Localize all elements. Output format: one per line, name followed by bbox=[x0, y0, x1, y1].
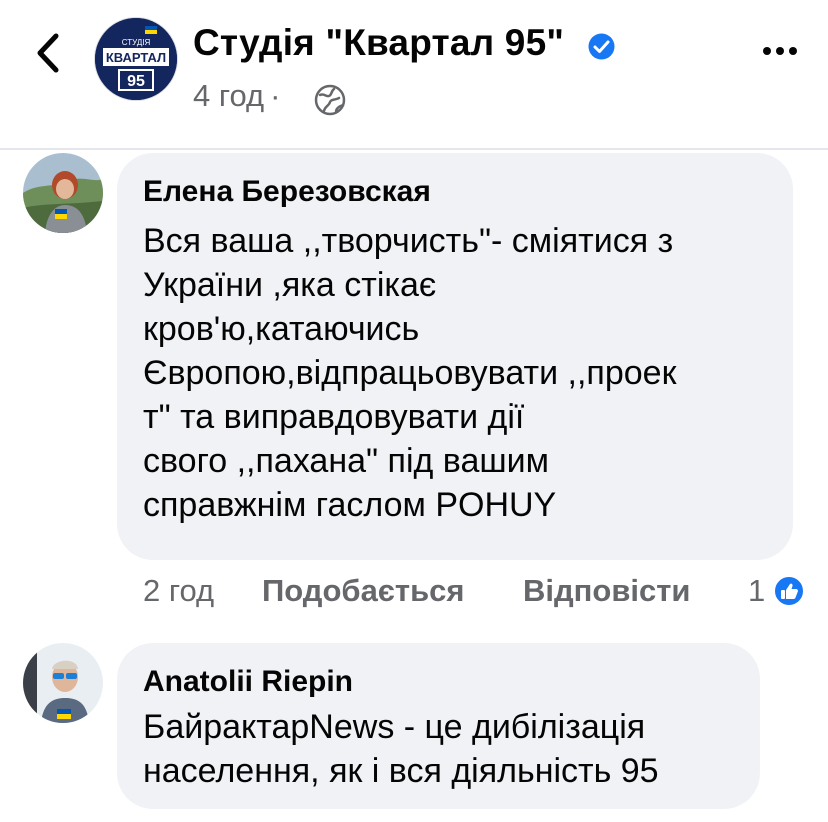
comment-text: БайрактарNews - це дибілізація населення… bbox=[143, 708, 659, 790]
svg-text:СТУДІЯ: СТУДІЯ bbox=[122, 38, 151, 47]
like-button[interactable]: Подобається bbox=[262, 573, 465, 609]
back-chevron-icon[interactable] bbox=[30, 30, 66, 76]
meta-separator: · bbox=[270, 78, 281, 113]
page-avatar[interactable]: СТУДІЯ КВАРТАЛ 95 bbox=[95, 18, 177, 100]
comment-bubble-2: Anatolii Riepin БайрактарNews - це дибіл… bbox=[117, 643, 760, 809]
comment-bubble-1: Елена Березовская Вся ваша ,,творчисть"-… bbox=[117, 153, 793, 560]
kvartal-logo: СТУДІЯ КВАРТАЛ 95 bbox=[95, 18, 177, 100]
comment-avatar-1[interactable] bbox=[23, 153, 103, 233]
comment-author[interactable]: Anatolii Riepin bbox=[143, 665, 353, 699]
avatar-photo bbox=[23, 643, 103, 723]
header-divider bbox=[0, 148, 828, 150]
comment-time[interactable]: 2 год bbox=[143, 573, 214, 609]
globe-icon bbox=[314, 84, 346, 116]
post-time[interactable]: 4 год bbox=[193, 78, 264, 113]
post-meta: 4 год · bbox=[193, 78, 286, 114]
post-header: СТУДІЯ КВАРТАЛ 95 Студія "Квартал 95" 4 … bbox=[0, 0, 828, 148]
verified-badge-icon bbox=[588, 33, 615, 60]
comment-avatar-2[interactable] bbox=[23, 643, 103, 723]
avatar-photo bbox=[23, 153, 103, 233]
reply-button[interactable]: Відповісти bbox=[523, 573, 691, 609]
like-reaction-icon[interactable] bbox=[773, 575, 805, 607]
page-name[interactable]: Студія "Квартал 95" bbox=[193, 22, 564, 64]
comment-author[interactable]: Елена Березовская bbox=[143, 175, 431, 209]
reactions-count[interactable]: 1 bbox=[748, 573, 765, 609]
comment-text: Вся ваша ,,творчисть"- сміятися з Україн… bbox=[143, 222, 677, 524]
svg-text:КВАРТАЛ: КВАРТАЛ bbox=[106, 50, 166, 65]
more-icon[interactable] bbox=[762, 42, 798, 60]
svg-text:95: 95 bbox=[127, 73, 145, 90]
